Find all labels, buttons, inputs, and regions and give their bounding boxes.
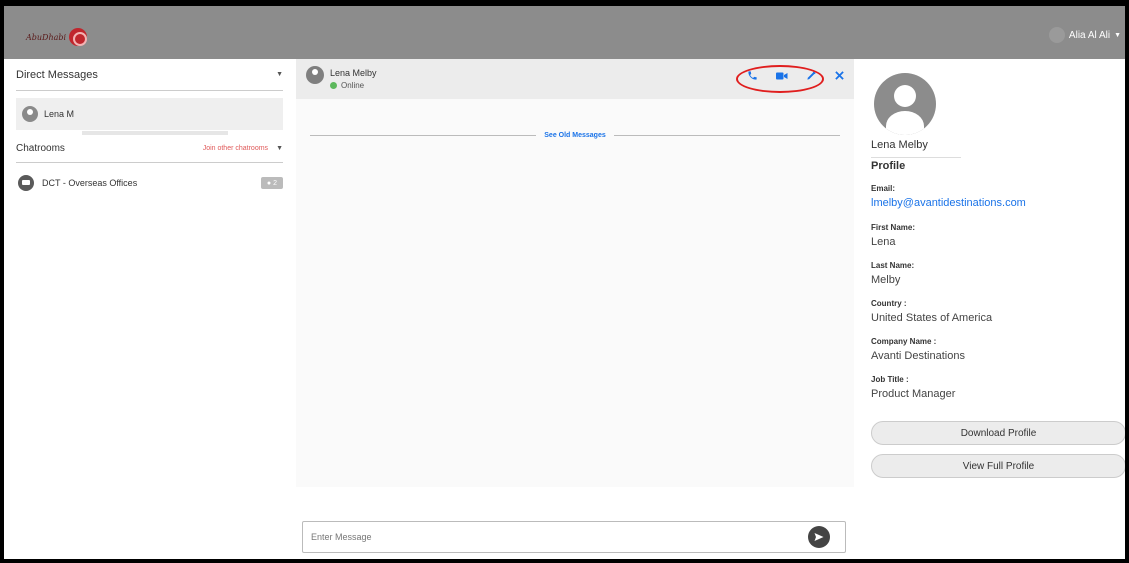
profile-field-last-name: Last Name: Melby — [871, 261, 914, 286]
profile-panel: Lena Melby Profile Email: lmelby@avantid… — [854, 59, 1125, 559]
field-label: Job Title : — [871, 375, 909, 384]
profile-field-first-name: First Name: Lena — [871, 223, 915, 248]
chat-bubble-icon — [18, 175, 34, 191]
contact-avatar-icon — [306, 66, 324, 84]
top-bar: AbuDhabi Alia Al Ali ▼ — [4, 6, 1125, 59]
user-menu[interactable]: Alia Al Ali ▼ — [1048, 27, 1121, 43]
chat-contact-name: Lena Melby — [330, 68, 377, 78]
field-value: Product Manager — [871, 388, 956, 400]
direct-message-item[interactable]: Lena M — [16, 98, 283, 130]
member-count-badge: ● 2 — [261, 177, 283, 189]
profile-field-job-title: Job Title : Product Manager — [871, 375, 955, 400]
chevron-down-icon[interactable]: ▼ — [276, 145, 283, 152]
app-frame: AbuDhabi Alia Al Ali ▼ Direct Messages ▼… — [4, 6, 1125, 559]
profile-name: Lena Melby — [871, 139, 961, 158]
chevron-down-icon[interactable]: ▼ — [276, 71, 283, 78]
call-icons-highlight — [736, 65, 824, 93]
sidebar: Direct Messages ▼ Lena M Chatrooms Join … — [4, 59, 296, 559]
profile-avatar — [874, 73, 936, 135]
close-icon[interactable] — [835, 71, 844, 83]
chatroom-name: DCT - Overseas Offices — [42, 178, 138, 188]
see-old-messages-link[interactable]: See Old Messages — [536, 132, 613, 139]
logo-mark-icon — [69, 28, 88, 46]
field-value: United States of America — [871, 312, 993, 324]
chat-header: Lena Melby Online — [296, 59, 854, 99]
field-value: Melby — [871, 274, 901, 286]
message-input[interactable] — [302, 521, 846, 553]
chatroom-item[interactable]: DCT - Overseas Offices ● 2 — [16, 169, 283, 197]
logo-text: AbuDhabi — [26, 32, 67, 42]
field-label: First Name: — [871, 223, 916, 232]
divider-line — [310, 134, 537, 136]
contact-avatar-icon — [22, 106, 38, 122]
download-profile-button[interactable]: Download Profile — [871, 421, 1125, 445]
field-value: Lena — [871, 236, 896, 248]
member-count: 2 — [273, 179, 278, 187]
message-input-area — [296, 487, 854, 559]
profile-section-title: Profile — [871, 160, 906, 172]
chevron-down-icon: ▼ — [1114, 31, 1121, 39]
chatrooms-title: Chatrooms — [16, 143, 65, 154]
user-name: Alia Al Ali — [1068, 29, 1111, 41]
view-full-profile-button[interactable]: View Full Profile — [871, 454, 1125, 478]
direct-message-name: Lena M — [44, 109, 75, 119]
field-label: Email: — [871, 184, 896, 193]
field-value: Avanti Destinations — [871, 350, 965, 362]
user-icon: ● — [266, 179, 272, 187]
direct-messages-title: Direct Messages — [16, 68, 98, 81]
chatrooms-header: Chatrooms Join other chatrooms ▼ — [16, 135, 283, 163]
profile-field-company: Company Name : Avanti Destinations — [871, 337, 965, 362]
see-old-messages-divider: See Old Messages — [310, 129, 841, 141]
chatrooms-actions: Join other chatrooms ▼ — [203, 145, 283, 152]
user-avatar — [1048, 27, 1065, 43]
chat-panel: Lena Melby Online See Old Messages Enter… — [296, 59, 854, 559]
online-status-dot — [330, 82, 337, 89]
field-label: Country : — [871, 299, 907, 308]
join-other-chatrooms-link[interactable]: Join other chatrooms — [203, 145, 268, 152]
send-icon[interactable] — [808, 526, 830, 548]
status-text: Online — [341, 81, 365, 90]
direct-messages-header[interactable]: Direct Messages ▼ — [16, 59, 283, 91]
divider-line — [613, 134, 841, 136]
profile-field-email: Email: lmelby@avantidestinations.com — [871, 184, 1026, 209]
chat-contact-status: Online — [330, 81, 364, 90]
field-label: Company Name : — [871, 337, 937, 346]
profile-field-country: Country : United States of America — [871, 299, 992, 324]
email-link[interactable]: lmelby@avantidestinations.com — [871, 197, 1026, 209]
logo[interactable]: AbuDhabi — [26, 26, 88, 48]
field-label: Last Name: — [871, 261, 915, 270]
